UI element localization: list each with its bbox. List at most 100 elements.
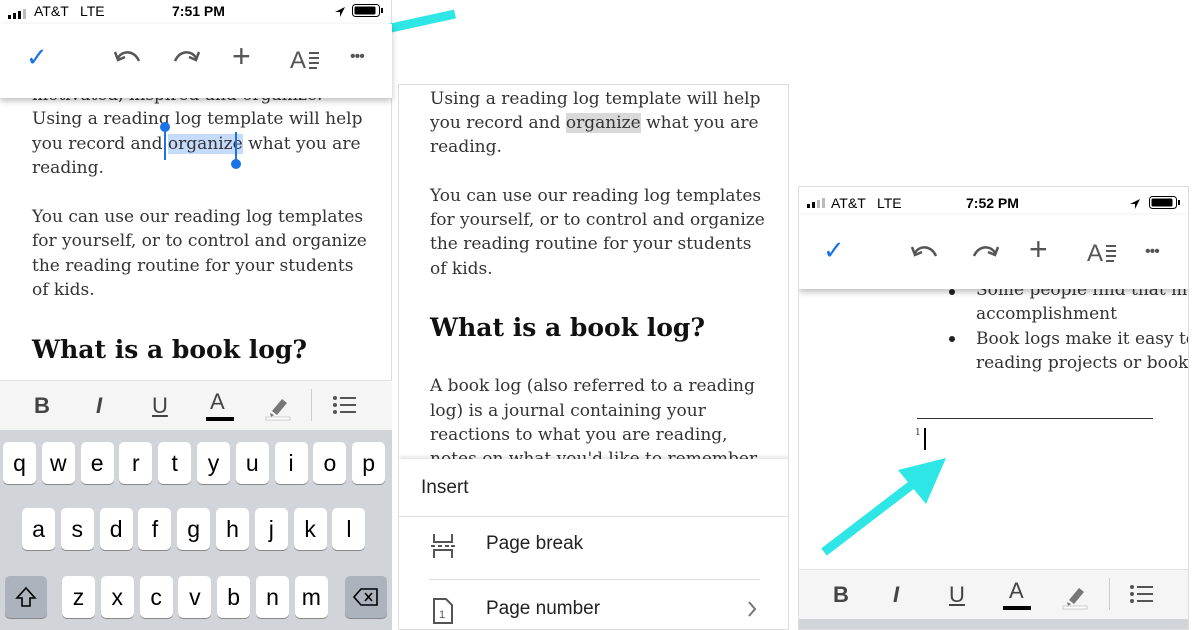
key-c[interactable]: c bbox=[139, 576, 173, 618]
redo-icon[interactable] bbox=[172, 48, 201, 71]
key-a[interactable]: a bbox=[22, 508, 55, 550]
doc-text: you record and bbox=[430, 113, 566, 133]
key-b[interactable]: b bbox=[217, 576, 251, 618]
doc-line: for yourself, or to control and organize bbox=[430, 210, 765, 230]
key-o[interactable]: o bbox=[313, 442, 347, 484]
key-y[interactable]: y bbox=[197, 442, 230, 484]
key-n[interactable]: n bbox=[256, 576, 289, 618]
key-k[interactable]: k bbox=[293, 508, 327, 550]
signal-icon bbox=[8, 6, 30, 22]
doc-line: the reading routine for your students bbox=[430, 234, 752, 254]
annotation-arrow bbox=[818, 452, 958, 562]
key-u[interactable]: u bbox=[235, 442, 269, 484]
more-icon[interactable]: ••• bbox=[350, 48, 365, 66]
text-color-button[interactable]: A bbox=[210, 389, 225, 415]
doc-line: You can use our reading log templates bbox=[430, 186, 762, 206]
underline-button[interactable]: U bbox=[949, 582, 965, 608]
insert-item-page-break[interactable]: Page break bbox=[399, 517, 788, 579]
undo-icon[interactable] bbox=[910, 243, 939, 266]
carrier: AT&T bbox=[831, 195, 866, 211]
highlight-icon[interactable] bbox=[1061, 582, 1089, 615]
doc-heading: What is a book log? bbox=[32, 335, 308, 364]
highlight-icon[interactable] bbox=[264, 393, 292, 426]
middle-panel: Using a reading log template will help y… bbox=[398, 84, 789, 630]
doc-line: of kids. bbox=[430, 259, 493, 279]
doc-text: you record and bbox=[32, 134, 168, 154]
italic-button[interactable]: I bbox=[96, 393, 102, 419]
insert-sheet: Insert Page break 1 Page number bbox=[399, 459, 788, 629]
key-f[interactable]: f bbox=[138, 508, 172, 550]
key-i[interactable]: i bbox=[274, 442, 308, 484]
shift-key[interactable] bbox=[5, 576, 47, 618]
document-body[interactable]: motivated, inspired and organize. Using … bbox=[0, 80, 392, 380]
selected-word[interactable]: organize bbox=[565, 113, 641, 133]
text-cursor bbox=[924, 428, 926, 450]
time: 7:51 PM bbox=[172, 3, 225, 19]
key-j[interactable]: j bbox=[254, 508, 288, 550]
status-bar: AT&T LTE 7:52 PM bbox=[799, 187, 1188, 213]
divider bbox=[311, 389, 312, 421]
bold-button[interactable]: B bbox=[34, 393, 50, 419]
key-p[interactable]: p bbox=[352, 442, 386, 484]
selection-handle-start[interactable] bbox=[160, 122, 170, 167]
key-s[interactable]: s bbox=[60, 508, 94, 550]
location-icon bbox=[1129, 197, 1141, 213]
bullet-list-icon[interactable] bbox=[332, 395, 358, 420]
doc-line: reading projects or book c bbox=[976, 353, 1189, 373]
insert-item-page-number[interactable]: 1 Page number bbox=[399, 580, 788, 629]
key-v[interactable]: v bbox=[178, 576, 212, 618]
doc-text: what you are bbox=[242, 134, 361, 154]
key-q[interactable]: q bbox=[3, 442, 36, 484]
key-e[interactable]: e bbox=[80, 442, 114, 484]
bullet-dot bbox=[949, 336, 955, 342]
doc-line: A book log (also referred to a reading bbox=[430, 376, 755, 396]
redo-icon[interactable] bbox=[971, 243, 1000, 266]
key-g[interactable]: g bbox=[177, 508, 211, 550]
keyboard: qwertyuiop asdfghjkl zxcvbnm bbox=[0, 430, 392, 630]
underline-button[interactable]: U bbox=[152, 393, 168, 419]
key-m[interactable]: m bbox=[294, 576, 328, 618]
insert-plus-icon[interactable]: + bbox=[232, 38, 251, 75]
italic-button[interactable]: I bbox=[893, 582, 899, 608]
more-icon[interactable]: ••• bbox=[1145, 243, 1160, 261]
format-bar: B I U A bbox=[0, 380, 392, 430]
key-w[interactable]: w bbox=[41, 442, 75, 484]
text-color-swatch bbox=[206, 417, 234, 421]
key-z[interactable]: z bbox=[62, 576, 95, 618]
chevron-right-icon bbox=[747, 600, 757, 623]
key-t[interactable]: t bbox=[158, 442, 192, 484]
svg-text:1: 1 bbox=[439, 609, 445, 621]
bullet-dot bbox=[949, 289, 955, 295]
format-text-icon[interactable]: A bbox=[290, 46, 320, 77]
doc-line: Book logs make it easy to bbox=[976, 329, 1189, 349]
check-icon[interactable]: ✓ bbox=[823, 235, 845, 266]
key-r[interactable]: r bbox=[119, 442, 153, 484]
doc-line: reactions to what you are reading, bbox=[430, 425, 728, 445]
bullet-list-icon[interactable] bbox=[1129, 584, 1155, 609]
key-x[interactable]: x bbox=[100, 576, 134, 618]
network: LTE bbox=[80, 3, 105, 19]
insert-plus-icon[interactable]: + bbox=[1029, 231, 1048, 268]
backspace-key[interactable] bbox=[345, 576, 387, 618]
key-h[interactable]: h bbox=[216, 508, 249, 550]
battery-icon bbox=[1149, 196, 1181, 213]
footnote-separator bbox=[917, 418, 1153, 419]
check-icon[interactable]: ✓ bbox=[26, 42, 48, 73]
doc-line: for yourself, or to control and organize bbox=[32, 231, 367, 251]
doc-line: Using a reading log template will help bbox=[32, 109, 363, 129]
doc-line: reading. bbox=[430, 137, 502, 157]
doc-line: you record and organize what you are bbox=[430, 111, 759, 136]
key-d[interactable]: d bbox=[99, 508, 133, 550]
bold-button[interactable]: B bbox=[833, 582, 849, 608]
format-text-icon[interactable]: A bbox=[1087, 239, 1117, 270]
doc-line: the reading routine for your students bbox=[32, 256, 354, 276]
key-l[interactable]: l bbox=[332, 508, 366, 550]
doc-line: you record and organize what you are bbox=[32, 132, 361, 157]
selection-handle-end[interactable] bbox=[231, 132, 241, 175]
insert-item-label: Page number bbox=[486, 598, 601, 619]
insert-item-label: Page break bbox=[486, 533, 584, 554]
undo-icon[interactable] bbox=[113, 48, 142, 71]
right-phone: AT&T LTE 7:52 PM ✓ + A ••• Some people f… bbox=[798, 186, 1189, 630]
left-phone: AT&T LTE 7:51 PM ✓ + A ••• motivated, in… bbox=[0, 0, 392, 630]
text-color-button[interactable]: A bbox=[1009, 578, 1024, 604]
